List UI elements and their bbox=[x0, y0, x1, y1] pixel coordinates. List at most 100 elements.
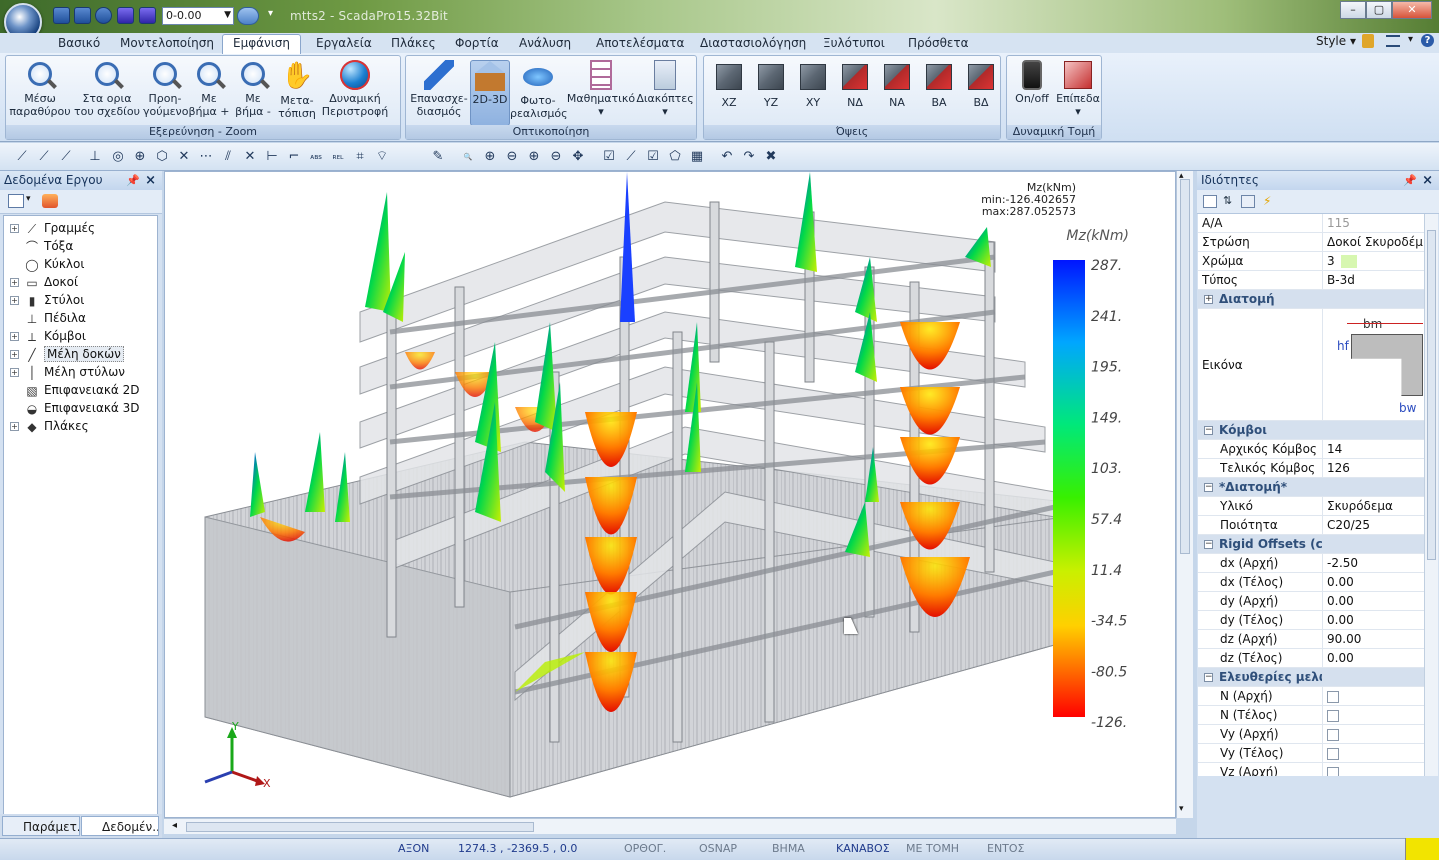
property-value[interactable]: 115 bbox=[1322, 214, 1424, 233]
property-value[interactable]: bm hf bw bbox=[1322, 309, 1424, 421]
property-row[interactable]: Αρχικός Κόμβος 14 bbox=[1198, 440, 1424, 459]
property-value[interactable]: B-3d bbox=[1322, 271, 1424, 290]
view-button-1[interactable]: YZ bbox=[752, 60, 790, 116]
check-icon[interactable]: ☑ bbox=[645, 149, 661, 165]
tree-node[interactable]: + ▭ Δοκοί bbox=[10, 273, 78, 291]
status-item[interactable]: ΚΑΝΑΒΟΣ bbox=[836, 841, 890, 857]
property-value[interactable] bbox=[1322, 725, 1424, 744]
style-menu[interactable]: Style ▾ bbox=[1316, 34, 1356, 48]
ribbon-tab-8[interactable]: Διαστασιολόγηση bbox=[700, 35, 806, 53]
expand-icon[interactable]: + bbox=[10, 422, 19, 431]
view-button-6[interactable]: ΒΔ bbox=[962, 60, 1000, 116]
ribbon-tab-2[interactable]: Εμφάνιση bbox=[222, 34, 302, 54]
property-value[interactable]: 0.00 bbox=[1322, 592, 1424, 611]
pin-icon[interactable]: 📌 bbox=[126, 171, 140, 190]
collapse-icon[interactable]: − bbox=[1204, 673, 1213, 682]
property-value[interactable] bbox=[1322, 687, 1424, 706]
status-item[interactable]: OSNAP bbox=[699, 841, 737, 857]
view-button-2[interactable]: Φωτο-ρεαλισμός bbox=[510, 60, 568, 126]
print-icon[interactable] bbox=[53, 7, 70, 24]
property-row[interactable]: Vy (Αρχή) bbox=[1198, 725, 1424, 744]
view-button-4[interactable]: ΝΑ bbox=[878, 60, 916, 116]
property-value[interactable]: Σκυρόδεμα bbox=[1322, 497, 1424, 516]
list-options-icon[interactable] bbox=[1386, 35, 1400, 47]
qat-customize-icon[interactable]: ▾ bbox=[268, 8, 273, 19]
view-button-4[interactable]: Διακόπτες ▾ bbox=[636, 60, 694, 126]
close-icon[interactable]: × bbox=[145, 171, 156, 190]
property-row[interactable]: dz (Τέλος) 0.00 bbox=[1198, 649, 1424, 668]
property-scroll-thumb[interactable] bbox=[1427, 230, 1436, 560]
property-pages-icon[interactable] bbox=[1241, 195, 1255, 208]
property-row[interactable]: −Ελευθερίες μελών bbox=[1198, 668, 1424, 687]
corner-icon[interactable]: ⌐ bbox=[286, 149, 302, 165]
tree-node[interactable]: ◯ Κύκλοι bbox=[10, 255, 84, 273]
expand-icon[interactable]: + bbox=[10, 296, 19, 305]
pan-icon[interactable]: ✥ bbox=[570, 149, 586, 165]
property-row[interactable]: Τύπος B-3d bbox=[1198, 271, 1424, 290]
zoom-button-0[interactable]: Μέσω παραθύρου bbox=[9, 60, 71, 126]
tree-view-icon[interactable] bbox=[8, 194, 24, 208]
categorized-icon[interactable] bbox=[1203, 195, 1217, 208]
ribbon-tab-5[interactable]: Φορτία bbox=[455, 35, 499, 53]
redo-icon[interactable]: ↷ bbox=[741, 149, 757, 165]
ribbon-tab-9[interactable]: Ξυλότυποι bbox=[823, 35, 885, 53]
view-button-3[interactable]: ΝΔ bbox=[836, 60, 874, 116]
ribbon-options-chevron-icon[interactable]: ▾ bbox=[1408, 34, 1413, 45]
perpendicular-icon[interactable]: ⊥ bbox=[87, 149, 103, 165]
zoom-out-icon[interactable]: ⊖ bbox=[548, 149, 564, 165]
property-checkbox[interactable] bbox=[1327, 728, 1339, 741]
tree-node[interactable]: ▧ Επιφανειακά 2D bbox=[10, 381, 139, 399]
zoom-previous-icon[interactable]: ⊖ bbox=[504, 149, 520, 165]
tree-node[interactable]: + │ Μέλη στύλων bbox=[10, 363, 125, 381]
property-row[interactable]: Ποιότητα C20/25 bbox=[1198, 516, 1424, 535]
property-row[interactable]: + Διατομή bbox=[1198, 290, 1424, 309]
horizontal-scroll-thumb[interactable] bbox=[186, 822, 534, 832]
property-value[interactable]: -2.50 bbox=[1322, 554, 1424, 573]
section-button-1[interactable]: Επίπεδα ▾ bbox=[1055, 60, 1101, 126]
pin-icon[interactable]: 📌 bbox=[1403, 171, 1417, 190]
delete-icon[interactable]: ✖ bbox=[763, 149, 779, 165]
level-down-icon[interactable] bbox=[139, 7, 156, 24]
zoom-button-6[interactable]: Δυναμική Περιστροφή bbox=[319, 60, 391, 126]
property-value[interactable]: C20/25 bbox=[1322, 516, 1424, 535]
property-value[interactable]: 126 bbox=[1322, 459, 1424, 478]
scroll-down-icon[interactable]: ▾ bbox=[1179, 804, 1184, 814]
status-item[interactable]: ΜΕ ΤΟΜΗ bbox=[906, 841, 959, 857]
abs-coord-icon[interactable]: ᴀʙs bbox=[308, 149, 324, 165]
ribbon-tab-1[interactable]: Μοντελοποίηση bbox=[120, 35, 214, 53]
shape-icon[interactable]: ⬠ bbox=[667, 149, 683, 165]
zoom-button-5[interactable]: ✋ Μετα-τόπιση bbox=[275, 60, 319, 126]
draw-spline-icon[interactable]: ⟋ bbox=[58, 149, 74, 165]
property-checkbox[interactable] bbox=[1327, 766, 1339, 776]
offset-icon[interactable]: ⊢ bbox=[264, 149, 280, 165]
property-row[interactable]: dx (Αρχή) -2.50 bbox=[1198, 554, 1424, 573]
draw-polyline-icon[interactable]: ⟋ bbox=[36, 149, 52, 165]
scroll-left-icon[interactable]: ◂ bbox=[172, 820, 177, 831]
property-row[interactable]: −Rigid Offsets (cm) bbox=[1198, 535, 1424, 554]
property-row[interactable]: − Κόμβοι bbox=[1198, 421, 1424, 440]
expand-icon[interactable]: + bbox=[10, 224, 19, 233]
zoom-extents-icon[interactable]: ⊕ bbox=[482, 149, 498, 165]
minimize-button[interactable]: – bbox=[1340, 1, 1366, 19]
close-window-button[interactable]: ✕ bbox=[1392, 1, 1432, 19]
undo-icon[interactable]: ↶ bbox=[719, 149, 735, 165]
property-value[interactable]: Δοκοί Σκυροδέμ... bbox=[1322, 233, 1424, 252]
property-value[interactable] bbox=[1322, 744, 1424, 763]
expand-icon[interactable]: + bbox=[10, 278, 19, 287]
zoom-in-icon[interactable]: ⊕ bbox=[526, 149, 542, 165]
tree-node[interactable]: + ⟂ Κόμβοι bbox=[10, 327, 86, 345]
view-button-0[interactable]: Επανασχε-διασμός bbox=[408, 60, 470, 126]
ribbon-tab-6[interactable]: Ανάλυση bbox=[519, 35, 571, 53]
zoom-window-icon[interactable]: 🔍 bbox=[460, 149, 476, 165]
ribbon-tab-7[interactable]: Αποτελέσματα bbox=[596, 35, 684, 53]
ribbon-tab-4[interactable]: Πλάκες bbox=[391, 35, 436, 53]
tab-data[interactable]: Δεδομέν... bbox=[81, 816, 159, 836]
property-checkbox[interactable] bbox=[1327, 690, 1339, 703]
zoom-button-1[interactable]: Στα ορια του σχεδίου bbox=[71, 60, 143, 126]
ribbon-tab-10[interactable]: Πρόσθετα bbox=[908, 35, 969, 53]
property-value[interactable]: 14 bbox=[1322, 440, 1424, 459]
property-value[interactable]: 0.00 bbox=[1322, 573, 1424, 592]
parallel-icon[interactable]: ⫽ bbox=[220, 149, 236, 165]
property-value[interactable]: 90.00 bbox=[1322, 630, 1424, 649]
cross-icon[interactable]: ✕ bbox=[176, 149, 192, 165]
